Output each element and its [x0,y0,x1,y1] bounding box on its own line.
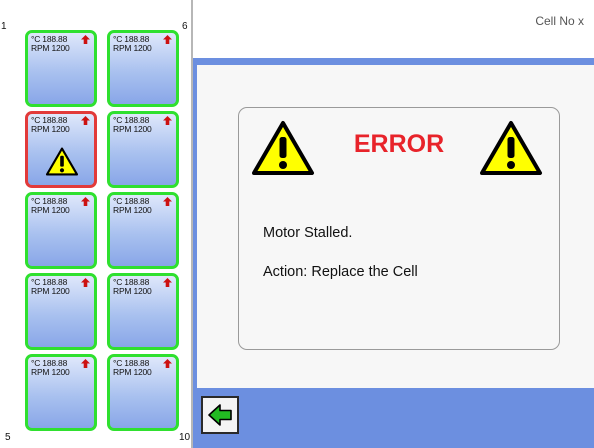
cell-tile[interactable]: °C 188.88 RPM 1200 [25,192,97,269]
corner-number-bottom-right: 10 [179,432,191,443]
header: Cell No x [193,0,594,58]
back-button[interactable] [201,396,239,434]
arrow-up-icon [163,35,172,44]
cell-number-label: Cell No x [535,14,584,28]
error-title: ERROR [353,130,445,158]
bottom-bar [193,390,594,448]
cell-rpm: RPM 1200 [31,205,70,215]
warning-icon [480,121,542,175]
cell-tile[interactable]: °C 188.88 RPM 1200 [25,273,97,350]
cell-grid-panel: 1 6 5 10 °C 188.88 RPM 1200 °C 188.88 RPM 1… [0,0,193,448]
cell-rpm: RPM 1200 [31,43,70,53]
arrow-up-icon [81,116,90,125]
cell-tile[interactable]: °C 188.88 RPM 1200 [107,354,179,431]
cell-rpm: RPM 1200 [113,43,152,53]
cell-rpm: RPM 1200 [31,367,70,377]
error-action: Action: Replace the Cell [263,264,418,280]
arrow-up-icon [81,359,90,368]
cell-rpm: RPM 1200 [113,205,152,215]
cell-tile[interactable]: °C 188.88 RPM 1200 [107,273,179,350]
warning-icon [45,147,79,176]
arrow-up-icon [163,359,172,368]
cell-rpm: RPM 1200 [113,367,152,377]
cell-rpm: RPM 1200 [31,286,70,296]
cell-tile[interactable]: °C 188.88 RPM 1200 [25,111,97,188]
cell-rpm: RPM 1200 [113,286,152,296]
arrow-up-icon [163,197,172,206]
arrow-up-icon [163,278,172,287]
cell-tile[interactable]: °C 188.88 RPM 1200 [25,354,97,431]
corner-number-top-left: 1 [1,21,7,32]
cell-rpm: RPM 1200 [31,124,70,134]
cell-tile[interactable]: °C 188.88 RPM 1200 [107,111,179,188]
arrow-up-icon [81,35,90,44]
error-message: Motor Stalled. [263,225,353,241]
cell-tile[interactable]: °C 188.88 RPM 1200 [107,192,179,269]
corner-number-top-right: 6 [182,21,188,32]
cell-tile[interactable]: °C 188.88 RPM 1200 [25,30,97,107]
arrow-up-icon [81,278,90,287]
corner-number-bottom-left: 5 [5,432,11,443]
cell-rpm: RPM 1200 [113,124,152,134]
error-panel: ERROR Motor Stalled. Action: Replace the… [238,107,560,350]
arrow-up-icon [81,197,90,206]
cell-tile[interactable]: °C 188.88 RPM 1200 [107,30,179,107]
arrow-up-icon [163,116,172,125]
warning-icon [252,121,314,175]
arrow-left-icon [208,404,232,426]
